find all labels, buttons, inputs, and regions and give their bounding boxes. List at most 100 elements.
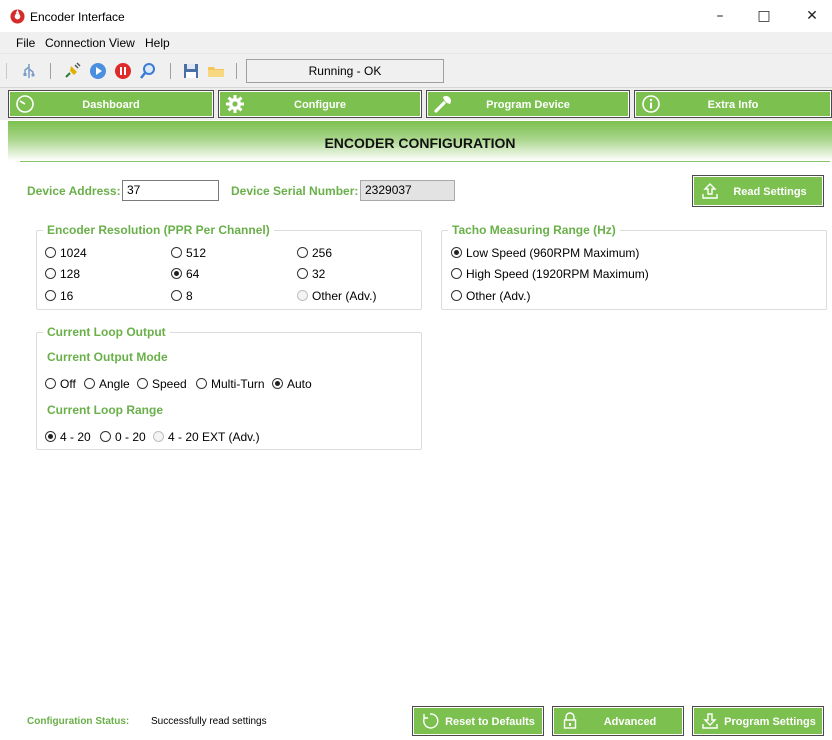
tacho-option-label: High Speed (1920RPM Maximum): [466, 267, 649, 281]
resolution-option-label: 64: [186, 267, 200, 281]
resolution-option-label: 256: [312, 246, 333, 260]
search-icon[interactable]: [139, 62, 157, 80]
radio-selected-icon: [272, 378, 283, 389]
resolution-option-label: 16: [60, 289, 74, 303]
usb-icon[interactable]: [20, 62, 38, 80]
app-window: Encoder Interface – □ ✕ File Connection …: [0, 0, 832, 740]
menu-view[interactable]: View: [109, 36, 135, 50]
stop-icon[interactable]: [114, 62, 132, 80]
mode-option-angle[interactable]: Angle: [84, 377, 130, 391]
read-settings-button[interactable]: Read Settings: [692, 175, 824, 207]
menu-file[interactable]: File: [16, 36, 35, 50]
app-icon: [10, 9, 25, 24]
resolution-option-128[interactable]: 128: [45, 267, 80, 281]
maximize-button[interactable]: □: [746, 4, 782, 28]
tab-extra-info[interactable]: Extra Info: [634, 90, 832, 118]
window-title: Encoder Interface: [30, 10, 125, 24]
resolution-option-label: 128: [60, 267, 81, 281]
download-icon: [702, 713, 718, 729]
menu-help[interactable]: Help: [145, 36, 170, 50]
device-address-label: Device Address:: [27, 184, 121, 198]
save-icon[interactable]: [182, 62, 200, 80]
toolbar-separator: [170, 63, 171, 79]
menu-bar: File Connection View Help: [0, 32, 832, 54]
tab-program-device-label: Program Device: [486, 99, 570, 111]
reset-defaults-button[interactable]: Reset to Defaults: [412, 706, 544, 736]
radio-icon: [100, 431, 111, 442]
advanced-button[interactable]: Advanced: [552, 706, 684, 736]
range-option-label: 4 - 20: [60, 430, 91, 444]
radio-icon: [297, 290, 308, 301]
upload-icon: [702, 183, 718, 199]
minimize-button[interactable]: –: [702, 4, 738, 28]
resolution-option-label: 1024: [60, 246, 87, 260]
mode-option-multi-turn[interactable]: Multi-Turn: [196, 377, 265, 391]
toolbar-grip: [6, 63, 7, 79]
current-output-mode-label: Current Output Mode: [47, 350, 168, 364]
mode-option-label: Speed: [152, 377, 187, 391]
play-icon[interactable]: [89, 62, 107, 80]
resolution-option-8[interactable]: 8: [171, 289, 193, 303]
tab-extra-info-label: Extra Info: [707, 99, 759, 111]
resolution-option-other: Other (Adv.): [297, 289, 376, 303]
resolution-option-256[interactable]: 256: [297, 246, 332, 260]
resolution-option-label: Other (Adv.): [312, 289, 377, 303]
mode-option-off[interactable]: Off: [45, 377, 76, 391]
resolution-option-label: 32: [312, 267, 326, 281]
resolution-option-512[interactable]: 512: [171, 246, 206, 260]
radio-icon: [137, 378, 148, 389]
range-option-4-20[interactable]: 4 - 20: [45, 430, 91, 444]
close-button[interactable]: ✕: [794, 4, 830, 28]
current-loop-range-label: Current Loop Range: [47, 403, 163, 417]
toolbar: Running - OK: [0, 54, 832, 88]
encoder-resolution-title: Encoder Resolution (PPR Per Channel): [43, 223, 274, 237]
tacho-range-title: Tacho Measuring Range (Hz): [448, 223, 620, 237]
configuration-status-label: Configuration Status:: [27, 716, 130, 727]
tacho-option-low-speed[interactable]: Low Speed (960RPM Maximum): [451, 246, 639, 260]
tacho-option-other[interactable]: Other (Adv.): [451, 289, 530, 303]
serial-number-label: Device Serial Number:: [231, 184, 359, 198]
nav-bar: Dashboard Configure Program Device Extra…: [0, 88, 832, 120]
radio-icon: [84, 378, 95, 389]
tacho-option-label: Other (Adv.): [466, 289, 531, 303]
tab-program-device[interactable]: Program Device: [426, 90, 630, 118]
radio-selected-icon: [171, 268, 182, 279]
range-option-label: 0 - 20: [115, 430, 146, 444]
menu-connection[interactable]: Connection: [45, 36, 106, 50]
tacho-option-high-speed[interactable]: High Speed (1920RPM Maximum): [451, 267, 649, 281]
resolution-option-16[interactable]: 16: [45, 289, 73, 303]
resolution-option-1024[interactable]: 1024: [45, 246, 87, 260]
mode-option-auto[interactable]: Auto: [272, 377, 312, 391]
program-settings-button[interactable]: Program Settings: [692, 706, 824, 736]
lock-icon: [563, 712, 577, 729]
device-address-field[interactable]: 37: [122, 180, 219, 201]
current-loop-title: Current Loop Output: [43, 325, 170, 339]
advanced-label: Advanced: [603, 716, 657, 728]
mode-option-label: Auto: [287, 377, 312, 391]
folder-icon[interactable]: [207, 62, 225, 80]
mode-option-label: Angle: [99, 377, 130, 391]
tacho-option-label: Low Speed (960RPM Maximum): [466, 246, 640, 260]
radio-icon: [171, 247, 182, 258]
resolution-option-label: 8: [186, 289, 193, 303]
range-option-0-20[interactable]: 0 - 20: [100, 430, 146, 444]
mode-option-label: Off: [60, 377, 76, 391]
radio-selected-icon: [45, 431, 56, 442]
resolution-option-64[interactable]: 64: [171, 267, 199, 281]
tab-configure-label: Configure: [294, 99, 346, 111]
resolution-option-label: 512: [186, 246, 207, 260]
resolution-option-32[interactable]: 32: [297, 267, 325, 281]
radio-icon: [297, 268, 308, 279]
read-settings-label: Read Settings: [733, 186, 807, 198]
refresh-icon: [423, 713, 439, 729]
radio-icon: [297, 247, 308, 258]
radio-icon: [171, 290, 182, 301]
tab-dashboard[interactable]: Dashboard: [8, 90, 214, 118]
toolbar-separator: [236, 63, 237, 79]
tab-configure[interactable]: Configure: [218, 90, 422, 118]
radio-icon: [451, 268, 462, 279]
toolbar-separator: [50, 63, 51, 79]
page-title: ENCODER CONFIGURATION: [324, 135, 516, 151]
plug-icon[interactable]: [63, 62, 81, 80]
mode-option-speed[interactable]: Speed: [137, 377, 187, 391]
